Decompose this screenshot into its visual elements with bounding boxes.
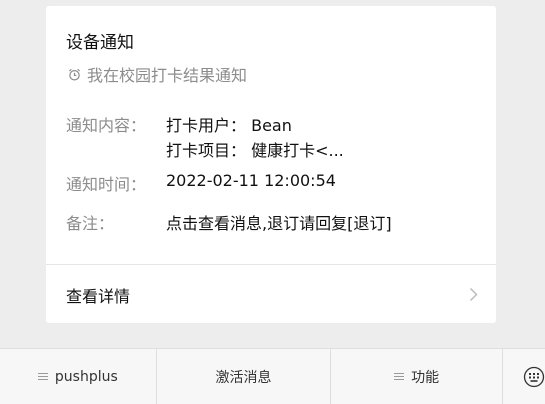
menu-item-activate[interactable]: 激活消息 [157, 349, 332, 404]
menu-item-label: pushplus [54, 368, 118, 385]
content-line-user: 打卡用户： Bean [166, 116, 292, 135]
menu-item-label: 功能 [411, 369, 440, 386]
menu-item-label: 激活消息 [215, 369, 272, 386]
bottom-menu-bar: pushplus 激活消息 功能 [0, 348, 545, 404]
content-label: 通知内容： [66, 116, 147, 135]
menu-item-pushplus[interactable]: pushplus [0, 349, 157, 404]
time-value: 2022-02-11 12:00:54 [166, 171, 336, 190]
subtitle-text: 我在校园打卡结果通知 [87, 66, 248, 85]
alarm-clock-icon [69, 68, 80, 80]
chevron-right-icon [470, 288, 478, 301]
note-label: 备注： [66, 214, 115, 233]
content-line-project: 打卡项目： 健康打卡<... [166, 141, 344, 160]
time-label: 通知时间： [66, 175, 147, 194]
keyboard-toggle-button[interactable] [503, 349, 545, 404]
view-details-link[interactable]: 查看详情 [46, 265, 496, 323]
menu-item-functions[interactable]: 功能 [331, 349, 503, 404]
keyboard-icon [523, 366, 545, 387]
note-value: 点击查看消息,退订请回复[退订] [166, 214, 392, 233]
card-subtitle: 我在校园打卡结果通知 [68, 62, 247, 86]
card-title: 设备通知 [66, 33, 134, 53]
menu-lines-icon [394, 372, 405, 381]
view-details-label: 查看详情 [66, 287, 131, 306]
notification-card: 设备通知 我在校园打卡结果通知 通知内容： 打卡用户： Bean 打卡项目： 健… [46, 6, 496, 323]
menu-lines-icon [37, 372, 48, 381]
